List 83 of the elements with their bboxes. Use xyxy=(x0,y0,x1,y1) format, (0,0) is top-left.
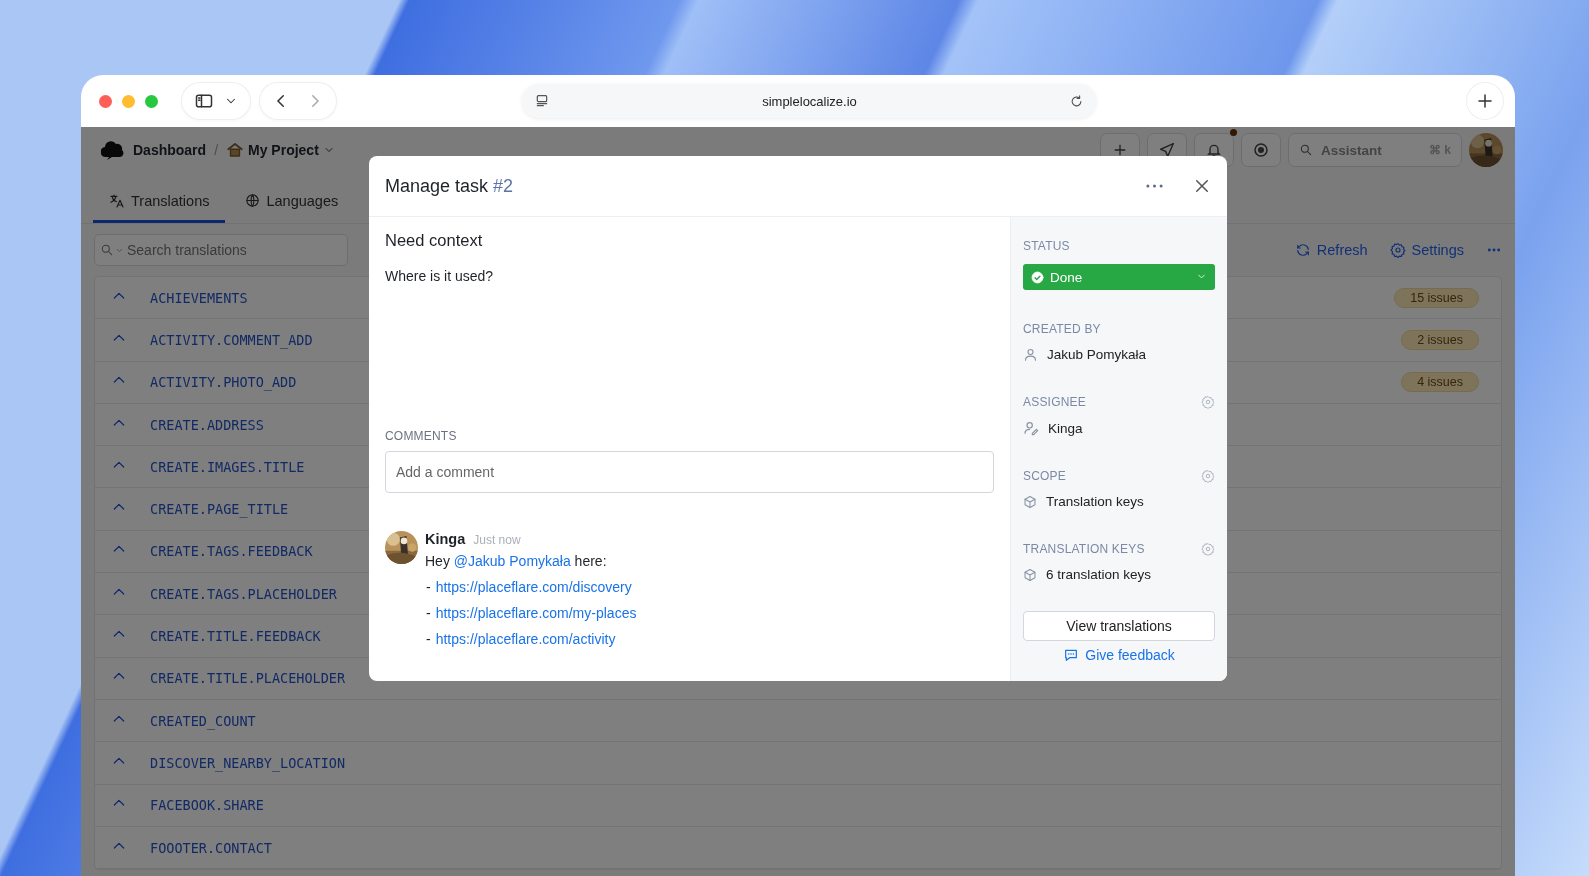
issues-badge: 4 issues xyxy=(1401,372,1479,393)
cube-icon xyxy=(1023,567,1037,582)
translation-key[interactable]: CREATE.TITLE.FEEDBACK xyxy=(150,628,321,644)
url-link[interactable]: https://placeflare.com/my-places xyxy=(435,605,637,621)
search-field[interactable]: Search translations xyxy=(94,234,348,266)
person-icon xyxy=(1023,347,1038,362)
translation-key[interactable]: FACEBOOK.SHARE xyxy=(150,797,264,814)
section-label: SCOPE xyxy=(1023,469,1066,483)
list-bullet: - xyxy=(426,605,431,621)
scope-value: 6 translation keys xyxy=(1046,567,1152,582)
section-label: TRANSLATION KEYS xyxy=(1023,542,1145,556)
feedback-link[interactable]: Give feedback xyxy=(1063,647,1175,663)
record-icon xyxy=(1252,141,1270,159)
sidebar-icon xyxy=(194,91,214,111)
cloud-logo-icon xyxy=(101,140,125,160)
comments-label: COMMENTS xyxy=(385,429,457,443)
list-bullet: - xyxy=(426,631,431,647)
translation-key[interactable]: CREATE.ADDRESS xyxy=(150,416,264,433)
bell-icon xyxy=(1206,142,1222,158)
list-bullet: - xyxy=(426,579,431,595)
translation-key[interactable]: CREATE.PAGE_TITLE xyxy=(150,501,289,518)
breadcrumb[interactable]: My Project xyxy=(226,141,335,159)
house-icon xyxy=(226,141,244,159)
translation-key[interactable]: ACTIVITY.COMMENT_ADD xyxy=(150,331,313,348)
more-icon xyxy=(1146,184,1163,188)
paper-plane-icon xyxy=(1160,143,1174,157)
translation-key[interactable]: CREATE.TAGS.PLACEHOLDER xyxy=(150,585,337,602)
page-icon xyxy=(534,93,550,109)
refresh-button[interactable]: Refresh xyxy=(1294,242,1368,258)
translation-key[interactable]: CREATE.TAGS.FEEDBACK xyxy=(150,543,313,560)
close-button[interactable] xyxy=(1193,177,1211,195)
person-edit-icon xyxy=(1023,420,1039,436)
scope-value: Translation keys xyxy=(1046,494,1144,509)
translation-key[interactable]: CREATE.TITLE.PLACEHOLDER xyxy=(150,670,346,687)
settings-icon xyxy=(1389,242,1406,258)
comment-time: Just now xyxy=(473,533,521,547)
status-dropdown[interactable]: Done xyxy=(1023,264,1215,290)
new-tab-button[interactable] xyxy=(1467,83,1503,119)
sidebar-menu-button[interactable] xyxy=(182,83,250,119)
tab[interactable]: Languages xyxy=(229,181,355,223)
translation-key[interactable]: DISCOVER_NEARBY_LOCATION xyxy=(150,754,346,771)
translation-key[interactable]: ACHIEVEMENTS xyxy=(150,289,248,306)
section-label: CREATED BY xyxy=(1023,322,1101,336)
check-circle-icon xyxy=(1031,270,1044,284)
comment-author: Kinga xyxy=(425,531,466,547)
chat-icon xyxy=(1063,647,1080,663)
section-label: STATUS xyxy=(1023,239,1070,253)
cube-icon xyxy=(1023,494,1037,509)
mention-link[interactable]: @Jakub Pomykała xyxy=(453,553,571,569)
reload-icon xyxy=(1069,93,1084,109)
close-icon xyxy=(1193,177,1211,195)
view-translations-button[interactable]: View translations xyxy=(1023,611,1215,641)
assignee-name: Kinga xyxy=(1048,420,1083,436)
address-bar[interactable]: simplelocalize.io xyxy=(522,84,1096,118)
search-icon xyxy=(100,243,114,257)
breadcrumb-separator: / xyxy=(214,142,218,158)
dialog-title: Manage task #2 xyxy=(385,175,514,197)
more-button[interactable] xyxy=(1146,184,1163,188)
refresh-icon xyxy=(1294,242,1311,258)
comment-field[interactable]: Add a comment xyxy=(385,451,994,493)
tab[interactable]: Translations xyxy=(93,181,226,223)
settings-button[interactable]: Settings xyxy=(1389,242,1464,258)
task-description: Where is it used? xyxy=(385,268,495,284)
issues-badge: 15 issues xyxy=(1394,287,1479,308)
comment-text: Hey @Jakub Pomykała here: xyxy=(425,553,608,569)
url-link[interactable]: https://placeflare.com/activity xyxy=(435,631,616,647)
creator-name: Jakub Pomykała xyxy=(1047,347,1147,362)
translation-key[interactable]: FOOOTER.CONTACT xyxy=(150,839,272,856)
record-button[interactable] xyxy=(1241,133,1281,167)
translation-key[interactable]: CREATED_COUNT xyxy=(150,712,256,729)
translate-icon xyxy=(109,192,125,209)
breadcrumb[interactable]: Dashboard xyxy=(133,142,207,158)
section-label: ASSIGNEE xyxy=(1023,395,1086,409)
search-icon xyxy=(1299,143,1313,157)
close-window-button[interactable] xyxy=(99,94,112,108)
issues-badge: 2 issues xyxy=(1401,329,1479,350)
plus-icon xyxy=(1112,142,1128,158)
url-link[interactable]: https://placeflare.com/discovery xyxy=(435,579,632,595)
translation-key[interactable]: ACTIVITY.PHOTO_ADD xyxy=(150,374,297,391)
globe-icon xyxy=(245,193,261,208)
plus-icon xyxy=(1476,92,1494,110)
translation-key[interactable]: CREATE.IMAGES.TITLE xyxy=(150,458,305,475)
task-title: Need context xyxy=(385,231,484,250)
